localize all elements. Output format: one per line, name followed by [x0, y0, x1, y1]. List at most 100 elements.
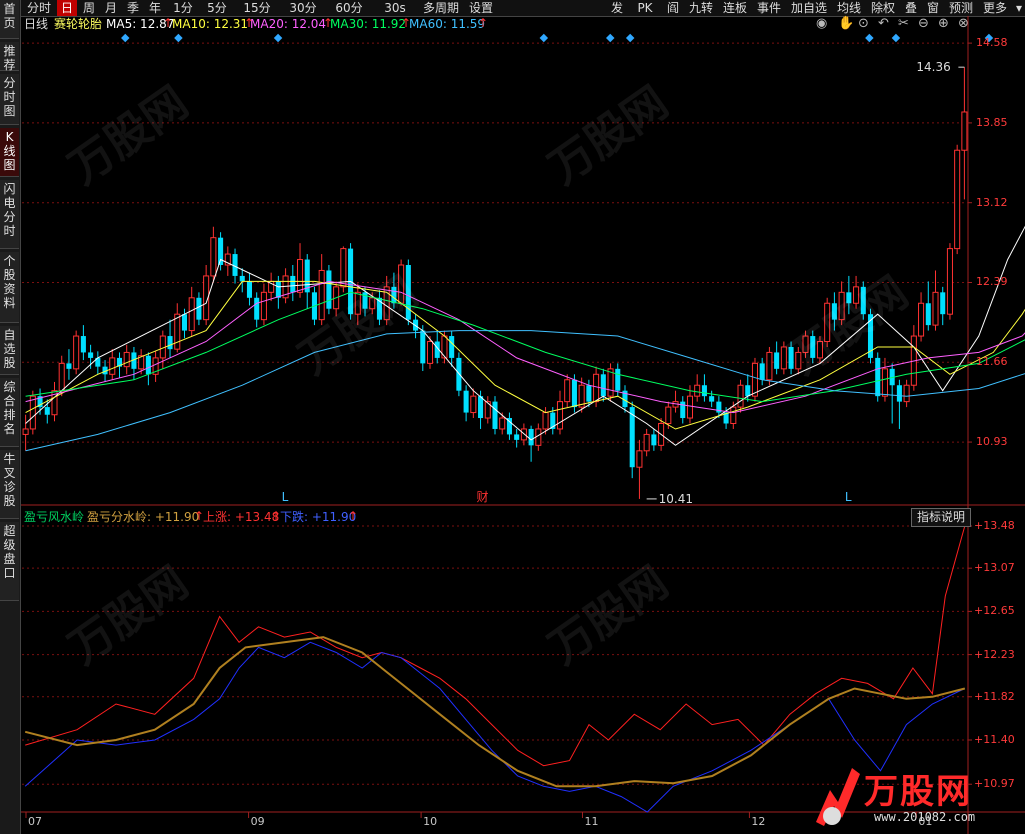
eye-icon[interactable]: ◉	[816, 17, 827, 31]
target-icon[interactable]: ⊙	[858, 17, 869, 31]
candle-body	[643, 433, 650, 452]
candle-body	[665, 406, 672, 424]
candle-body	[932, 291, 939, 326]
candle-body	[903, 384, 910, 403]
candle-body	[896, 385, 902, 402]
candle-body	[940, 292, 946, 315]
candle-body	[680, 401, 686, 419]
undo-icon[interactable]: ↶	[878, 17, 889, 31]
candle-body	[29, 395, 36, 430]
candle-body	[766, 351, 773, 381]
low-price-label: 10.41	[658, 491, 693, 506]
zoom-out-icon[interactable]: ⊖	[918, 17, 929, 31]
candle-body	[556, 401, 564, 430]
candle-body	[564, 379, 571, 403]
close-icon[interactable]: ⊗	[958, 17, 969, 31]
candle-body	[542, 412, 549, 430]
candle-body	[296, 259, 304, 293]
ma20-up-arrow-icon: ↑	[323, 16, 334, 30]
candle-body	[954, 149, 961, 250]
candle-body	[600, 374, 606, 397]
period-label: 日线	[24, 17, 49, 31]
candle-body	[737, 384, 744, 408]
ma5-up-arrow-icon: ↑	[163, 16, 174, 30]
candle-body	[961, 111, 968, 151]
candle-body	[520, 428, 527, 441]
candle-body	[246, 281, 253, 298]
candle-body	[651, 434, 657, 446]
indicator-tick-label: +11.82	[974, 689, 1015, 703]
candle-body	[946, 248, 953, 315]
candle-body	[44, 407, 50, 415]
candle-body	[260, 291, 267, 321]
zoom-in-icon[interactable]: ⊕	[938, 17, 949, 31]
scissors-icon[interactable]: ✂	[898, 17, 909, 31]
candle-body	[694, 384, 701, 397]
indicator-down-value: 下跌: +11.90	[280, 510, 357, 524]
candle-body	[123, 351, 130, 368]
candle-body	[66, 363, 72, 369]
ma60-up-arrow-icon: ↑	[478, 16, 489, 30]
hand-icon[interactable]: ✋	[838, 17, 854, 31]
candle-body	[73, 335, 80, 370]
indicator-name: 盈亏风水岭	[24, 510, 85, 524]
candle-body	[196, 297, 202, 320]
candle-body	[167, 336, 173, 350]
candle-body	[571, 379, 577, 408]
candle-body	[290, 275, 296, 293]
candle-body	[174, 313, 181, 350]
candle-body	[181, 314, 188, 331]
event-marker-icon	[625, 33, 635, 43]
event-marker-icon	[121, 33, 130, 43]
price-tick-label: 11.66	[976, 355, 1008, 369]
event-marker-icon	[891, 33, 901, 43]
candle-body	[686, 395, 694, 419]
brand-logo: 万股网 www.201082.com	[808, 760, 998, 832]
ma10-up-arrow-icon: ↑	[244, 16, 255, 30]
indicator-help-button[interactable]: 指标说明	[911, 508, 971, 527]
ma20-value: MA20: 12.04	[250, 17, 327, 31]
candle-body	[636, 450, 643, 468]
candle-body	[586, 385, 592, 402]
ma60-value: MA60: 11.59	[409, 17, 486, 31]
candle-body	[210, 237, 217, 277]
price-tick-label: 10.93	[976, 435, 1008, 449]
event-marker-icon	[865, 33, 874, 43]
indicator-tick-label: +12.65	[974, 604, 1015, 618]
candle-body	[492, 401, 498, 429]
candle-body	[420, 330, 426, 364]
indicator-up3-arrow-icon: ↑	[348, 509, 359, 523]
ma30-up-arrow-icon: ↑	[401, 16, 412, 30]
candle-body	[239, 275, 245, 282]
indicator-up-value: 上涨: +13.48	[203, 510, 280, 524]
candle-body	[918, 302, 925, 337]
candle-body	[109, 357, 116, 375]
candle-body	[701, 385, 707, 397]
event-letter-marker: 财	[476, 490, 489, 504]
candle-body	[745, 385, 751, 397]
time-tick-label: 10	[423, 815, 438, 828]
candle-body	[709, 396, 715, 402]
price-tick-label: 12.39	[976, 275, 1008, 289]
stock-name: 赛轮轮胎	[54, 17, 103, 31]
candle-body	[470, 395, 477, 414]
price-tick-label: 13.12	[976, 195, 1008, 209]
candle-body	[615, 368, 621, 391]
candle-body	[730, 406, 737, 424]
candle-body	[925, 303, 931, 326]
indicator-tick-label: +13.48	[974, 519, 1015, 532]
ma10-value: MA10: 12.31	[172, 17, 249, 31]
time-tick-label: 09	[250, 815, 265, 828]
event-letter-marker: L	[281, 490, 289, 504]
event-marker-icon	[273, 33, 283, 43]
candle-body	[875, 357, 881, 397]
candle-body	[751, 362, 758, 397]
candle-body	[188, 297, 195, 332]
candle-body	[881, 368, 888, 397]
candle-body	[340, 248, 347, 288]
candle-body	[80, 336, 86, 353]
logo-url: www.201082.com	[874, 810, 976, 824]
indicator-tick-label: +12.23	[974, 647, 1015, 661]
logo-arrow-icon	[816, 768, 860, 826]
candle-body	[774, 352, 780, 369]
